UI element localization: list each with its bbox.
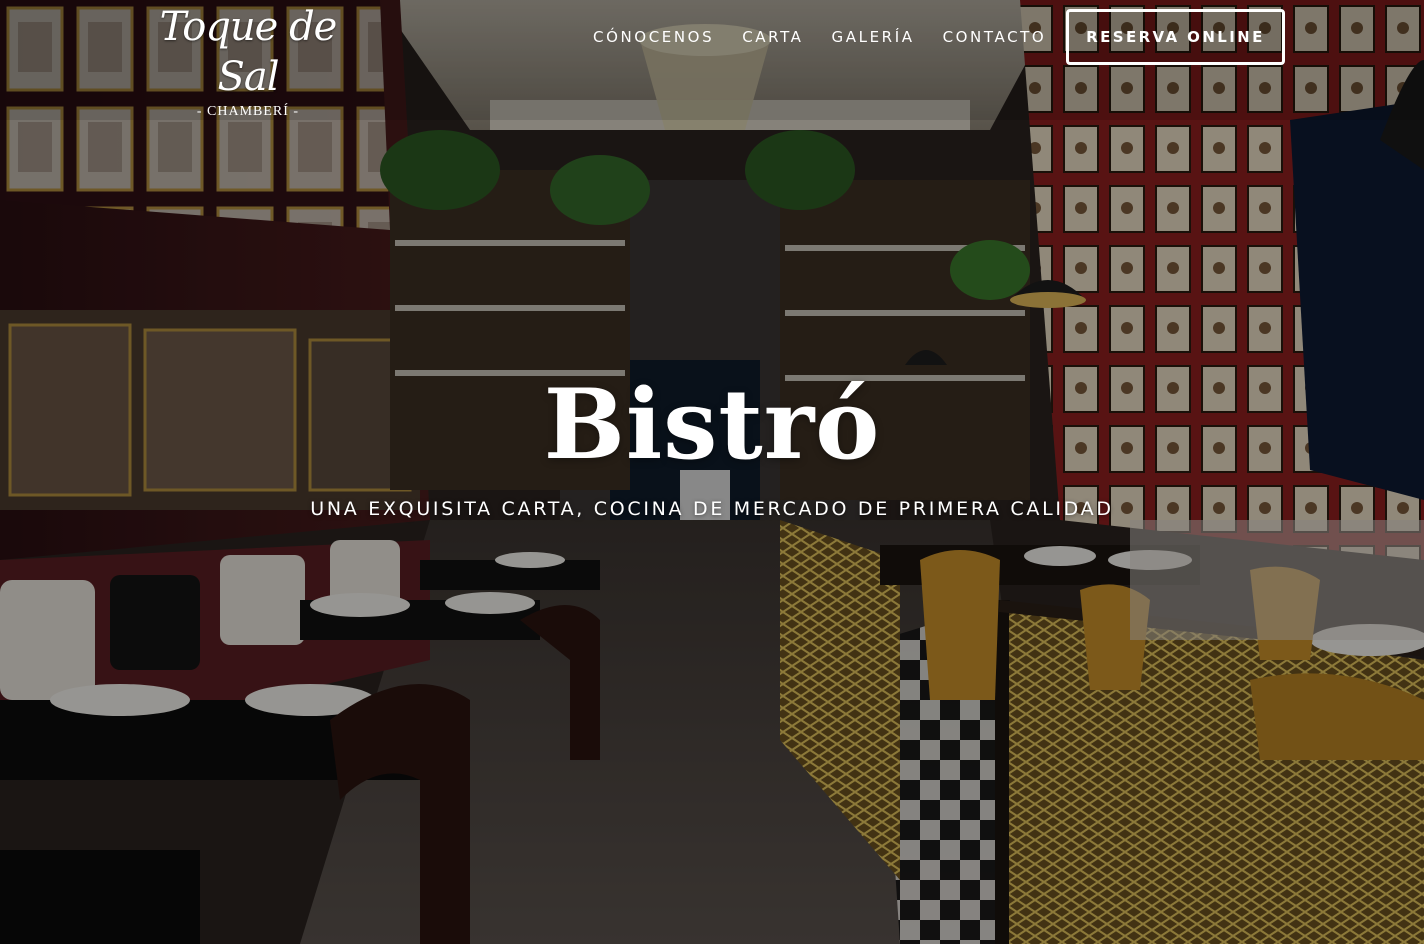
logo[interactable]: Toque de Sal - CHAMBERÍ - bbox=[138, 2, 358, 119]
main-nav: CÓNOCENOS CARTA GALERÍA CONTACTO bbox=[580, 0, 1074, 74]
hero-subtitle: UNA EXQUISITA CARTA, COCINA DE MERCADO D… bbox=[310, 498, 1114, 520]
reserve-online-button[interactable]: RESERVA ONLINE bbox=[1066, 9, 1285, 65]
hero-title: Bistró bbox=[543, 368, 881, 481]
nav-item-carta[interactable]: CARTA bbox=[742, 28, 803, 46]
nav-item-conocenos[interactable]: CÓNOCENOS bbox=[593, 28, 714, 46]
logo-location: - CHAMBERÍ - bbox=[196, 104, 300, 119]
nav-item-contacto[interactable]: CONTACTO bbox=[943, 28, 1047, 46]
nav-item-galeria[interactable]: GALERÍA bbox=[832, 28, 915, 46]
logo-wordmark: Toque de Sal bbox=[159, 4, 338, 100]
